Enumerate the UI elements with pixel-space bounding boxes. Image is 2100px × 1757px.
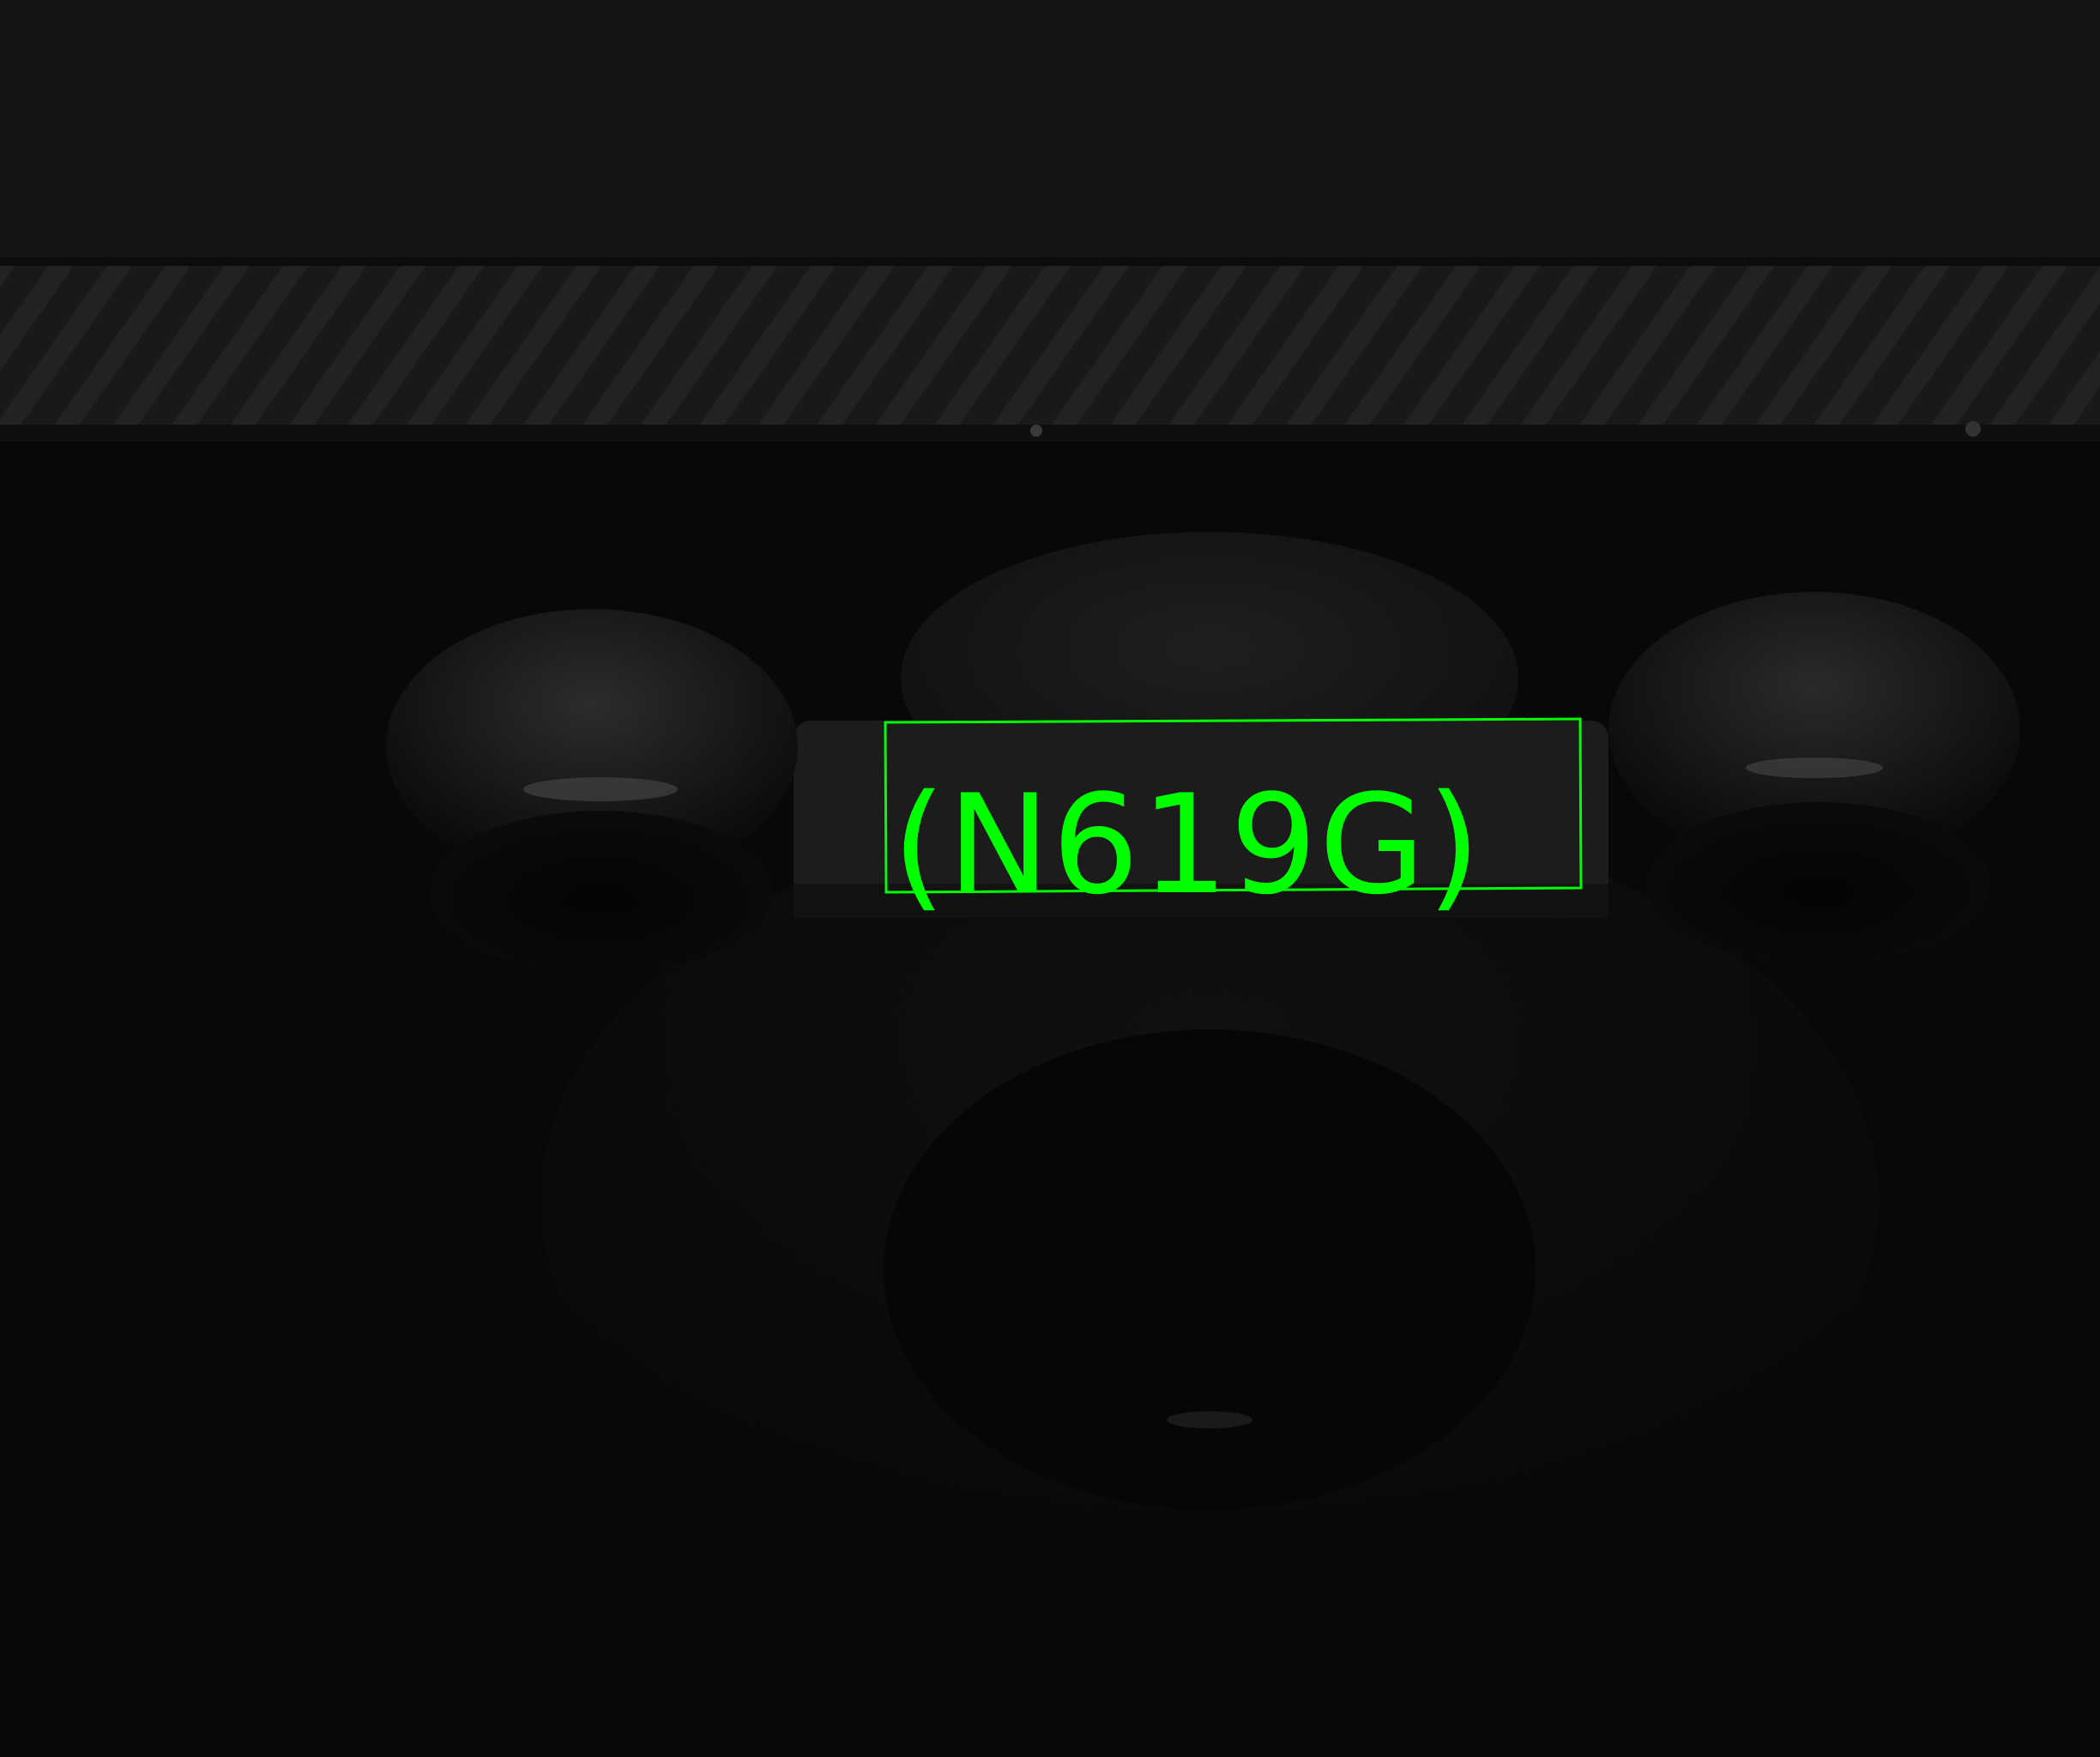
detection-label: (N619G): [892, 764, 1482, 925]
central-bore: [884, 1029, 1536, 1510]
textured-belt: [0, 266, 2100, 438]
inspection-photo: (N619G): [0, 0, 2100, 1757]
left-lug-hole: [429, 811, 772, 974]
photo-canvas: (N619G): [0, 0, 2100, 1757]
right-lug-hole: [1647, 802, 1990, 965]
top-plate: [0, 0, 2100, 257]
